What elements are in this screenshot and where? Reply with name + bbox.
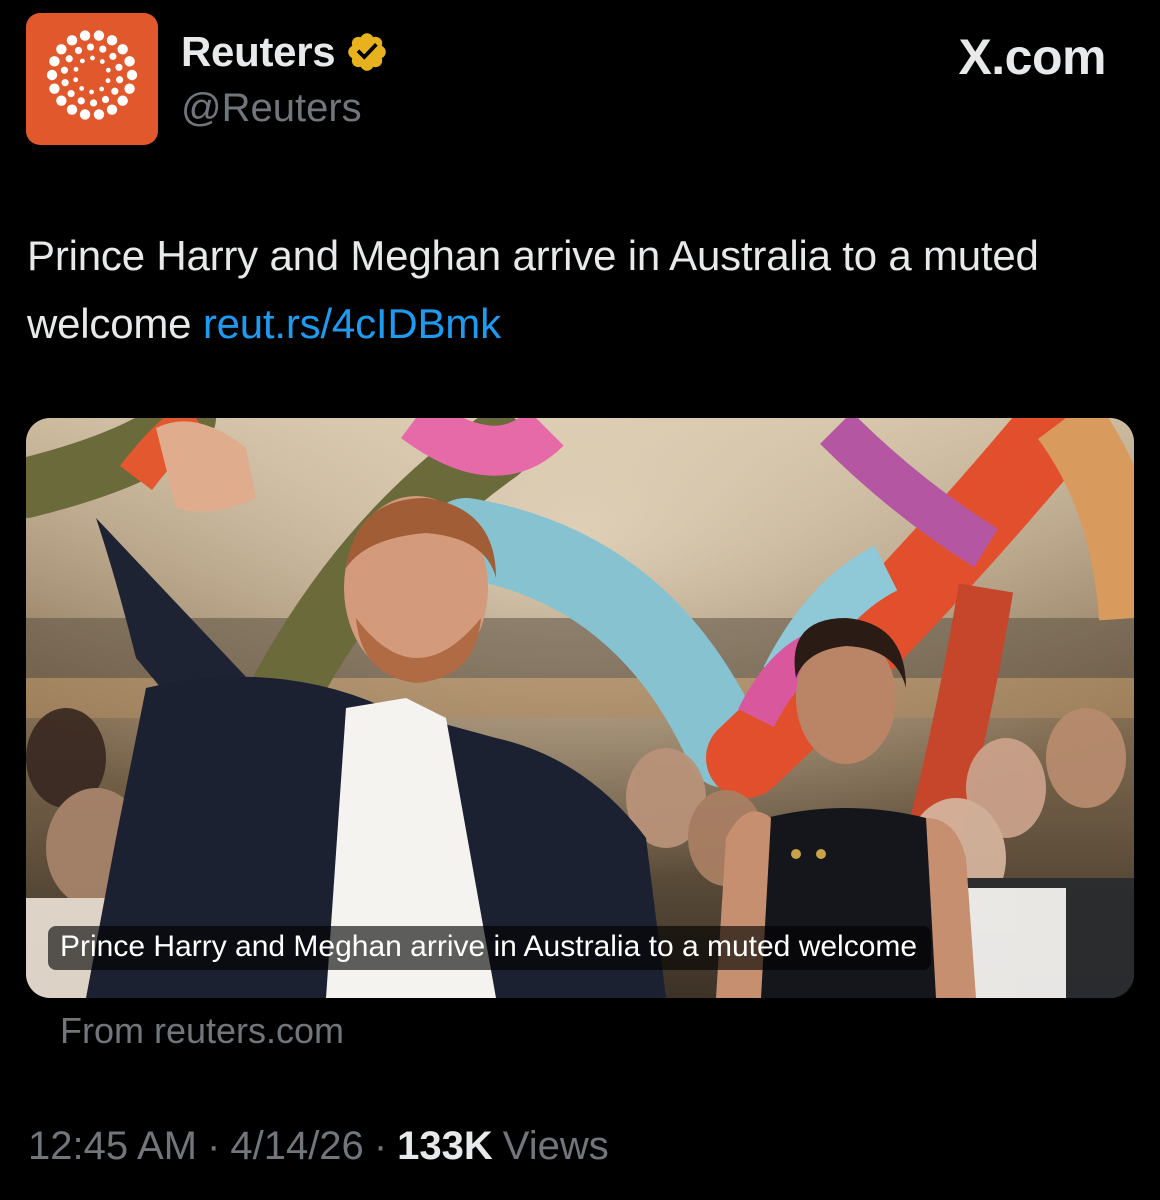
tweet-short-link[interactable]: reut.rs/4cIDBmk bbox=[203, 300, 501, 347]
author-display-name[interactable]: Reuters bbox=[181, 28, 336, 76]
logo-dot bbox=[126, 69, 138, 81]
logo-dot bbox=[79, 58, 85, 64]
views-label: Views bbox=[502, 1124, 609, 1168]
tweet: Reuters @Reuters X.com Prince Harry and … bbox=[0, 0, 1160, 1200]
logo-dot bbox=[46, 69, 58, 81]
logo-dot bbox=[74, 46, 83, 55]
link-preview-card[interactable]: Prince Harry and Meghan arrive in Austra… bbox=[26, 418, 1134, 998]
reuters-dots-logo-icon bbox=[46, 30, 138, 120]
logo-dot bbox=[56, 44, 67, 55]
tweet-meta-row: 12:45 AM · 4/14/26 · 133K Views bbox=[28, 1124, 609, 1169]
logo-dot bbox=[67, 90, 75, 98]
x-com-brand-label: X.com bbox=[958, 28, 1106, 86]
logo-dot bbox=[116, 76, 124, 84]
logo-dot bbox=[115, 63, 123, 71]
logo-dot bbox=[124, 83, 135, 94]
logo-dot bbox=[66, 35, 78, 46]
reuters-logo-avatar[interactable] bbox=[26, 13, 158, 145]
logo-dot bbox=[89, 99, 98, 107]
logo-dot bbox=[117, 95, 128, 106]
logo-dot bbox=[79, 109, 91, 120]
logo-dot bbox=[79, 30, 91, 41]
logo-dot bbox=[77, 97, 85, 105]
logo-dot bbox=[73, 77, 79, 83]
verified-badge-icon[interactable] bbox=[345, 30, 389, 74]
logo-dot bbox=[101, 95, 110, 104]
logo-dot bbox=[86, 43, 95, 51]
logo-dot bbox=[99, 86, 105, 92]
logo-dot bbox=[99, 59, 105, 64]
logo-dot bbox=[79, 86, 85, 91]
tweet-text: Prince Harry and Meghan arrive in Austra… bbox=[27, 222, 1127, 358]
logo-dot bbox=[124, 56, 135, 67]
logo-dot bbox=[106, 35, 118, 46]
logo-dot bbox=[117, 44, 128, 55]
meta-separator: · bbox=[207, 1124, 221, 1168]
logo-dot bbox=[61, 79, 69, 87]
news-photo-image bbox=[26, 418, 1134, 998]
card-source-domain[interactable]: From reuters.com bbox=[60, 1010, 344, 1052]
meta-separator: · bbox=[373, 1124, 388, 1168]
card-caption: Prince Harry and Meghan arrive in Austra… bbox=[48, 926, 932, 970]
logo-dot bbox=[93, 30, 105, 41]
logo-dot bbox=[89, 89, 94, 95]
logo-dot bbox=[49, 56, 60, 67]
logo-dot bbox=[73, 66, 79, 72]
logo-dot bbox=[106, 104, 118, 115]
author-handle[interactable]: @Reuters bbox=[181, 86, 362, 131]
logo-dot bbox=[99, 45, 107, 53]
logo-dot bbox=[105, 78, 111, 84]
author-name-row: Reuters bbox=[181, 28, 389, 76]
logo-dot bbox=[109, 52, 117, 60]
logo-dot bbox=[66, 104, 78, 115]
logo-dot bbox=[93, 109, 105, 120]
logo-dot bbox=[90, 55, 95, 61]
logo-dot bbox=[111, 87, 119, 95]
tweet-body-text: Prince Harry and Meghan arrive in Austra… bbox=[27, 232, 1039, 347]
logo-dot bbox=[105, 67, 111, 73]
logo-dot bbox=[56, 95, 67, 106]
tweet-time[interactable]: 12:45 AM bbox=[28, 1124, 197, 1169]
x-com-brand-text: X.com bbox=[958, 29, 1106, 85]
logo-dot bbox=[65, 55, 73, 63]
logo-dot bbox=[49, 83, 60, 94]
tweet-date[interactable]: 4/14/26 bbox=[230, 1124, 363, 1169]
views-count[interactable]: 133K bbox=[397, 1124, 493, 1169]
logo-dot bbox=[60, 66, 68, 74]
